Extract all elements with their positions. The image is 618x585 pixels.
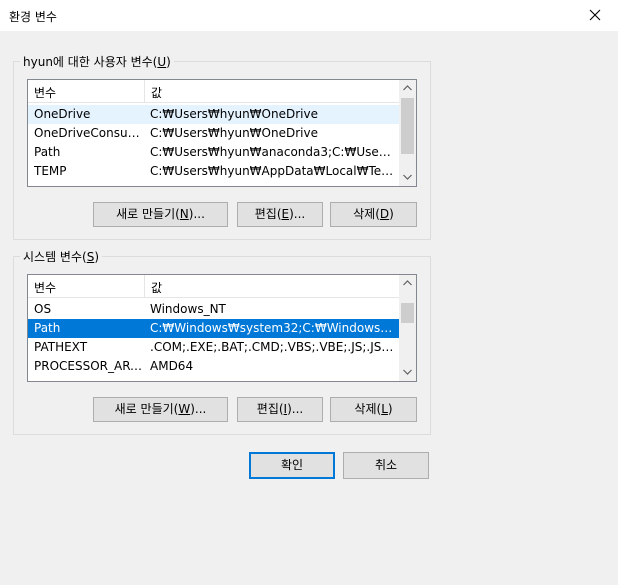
- system-variables-group: 시스템 변수(S) 변수 값 OS Windows_NT Path C:₩Win…: [13, 248, 431, 435]
- list-item[interactable]: PATHEXT .COM;.EXE;.BAT;.CMD;.VBS;.VBE;.J…: [28, 338, 399, 357]
- list-item[interactable]: OneDrive C:₩Users₩hyun₩OneDrive: [28, 105, 399, 124]
- system-edit-button[interactable]: 편집(I)...: [237, 397, 323, 422]
- user-delete-button[interactable]: 삭제(D): [330, 202, 417, 227]
- column-header-variable[interactable]: 변수: [28, 275, 145, 297]
- list-header: 변수 값: [28, 275, 399, 298]
- list-header: 변수 값: [28, 80, 399, 103]
- column-header-value[interactable]: 값: [145, 80, 399, 102]
- chevron-up-icon: [403, 85, 412, 91]
- scroll-thumb[interactable]: [401, 303, 414, 323]
- list-item[interactable]: OneDriveConsumer C:₩Users₩hyun₩OneDrive: [28, 124, 399, 143]
- chevron-down-icon: [403, 174, 412, 180]
- list-item-selected[interactable]: Path C:₩Windows₩system32;C:₩Windows;C:₩W…: [28, 319, 399, 338]
- scroll-thumb[interactable]: [401, 98, 414, 154]
- chevron-down-icon: [403, 369, 412, 375]
- system-variables-label: 시스템 변수(S): [20, 248, 103, 265]
- close-button[interactable]: [572, 0, 618, 31]
- list-item[interactable]: Path C:₩Users₩hyun₩anaconda3;C:₩Users₩hy…: [28, 143, 399, 162]
- system-new-button[interactable]: 새로 만들기(W)...: [93, 397, 228, 422]
- window-title: 환경 변수: [9, 10, 57, 24]
- system-variables-list[interactable]: 변수 값 OS Windows_NT Path C:₩Windows₩syste…: [27, 274, 417, 382]
- scroll-up-button[interactable]: [399, 80, 416, 97]
- user-variables-label: hyun에 대한 사용자 변수(U): [20, 53, 174, 70]
- vertical-scrollbar[interactable]: [399, 275, 416, 381]
- column-header-value[interactable]: 값: [145, 275, 399, 297]
- list-item[interactable]: OS Windows_NT: [28, 300, 399, 319]
- close-icon: [589, 9, 601, 21]
- user-new-button[interactable]: 새로 만들기(N)...: [93, 202, 228, 227]
- user-variables-list[interactable]: 변수 값 OneDrive C:₩Users₩hyun₩OneDrive One…: [27, 79, 417, 187]
- title-bar: 환경 변수: [0, 0, 618, 31]
- scroll-down-button[interactable]: [399, 364, 416, 381]
- scroll-up-button[interactable]: [399, 275, 416, 292]
- chevron-up-icon: [403, 280, 412, 286]
- list-item[interactable]: TEMP C:₩Users₩hyun₩AppData₩Local₩Temp: [28, 162, 399, 181]
- cancel-button[interactable]: 취소: [343, 452, 429, 479]
- ok-button[interactable]: 확인: [249, 452, 335, 479]
- list-item[interactable]: PROCESSOR_ARCHITECTURE AMD64: [28, 357, 399, 376]
- vertical-scrollbar[interactable]: [399, 80, 416, 186]
- scroll-down-button[interactable]: [399, 169, 416, 186]
- user-edit-button[interactable]: 편집(E)...: [237, 202, 323, 227]
- user-variables-group: hyun에 대한 사용자 변수(U) 변수 값 OneDrive C:₩User…: [13, 53, 431, 240]
- system-delete-button[interactable]: 삭제(L): [330, 397, 417, 422]
- column-header-variable[interactable]: 변수: [28, 80, 145, 102]
